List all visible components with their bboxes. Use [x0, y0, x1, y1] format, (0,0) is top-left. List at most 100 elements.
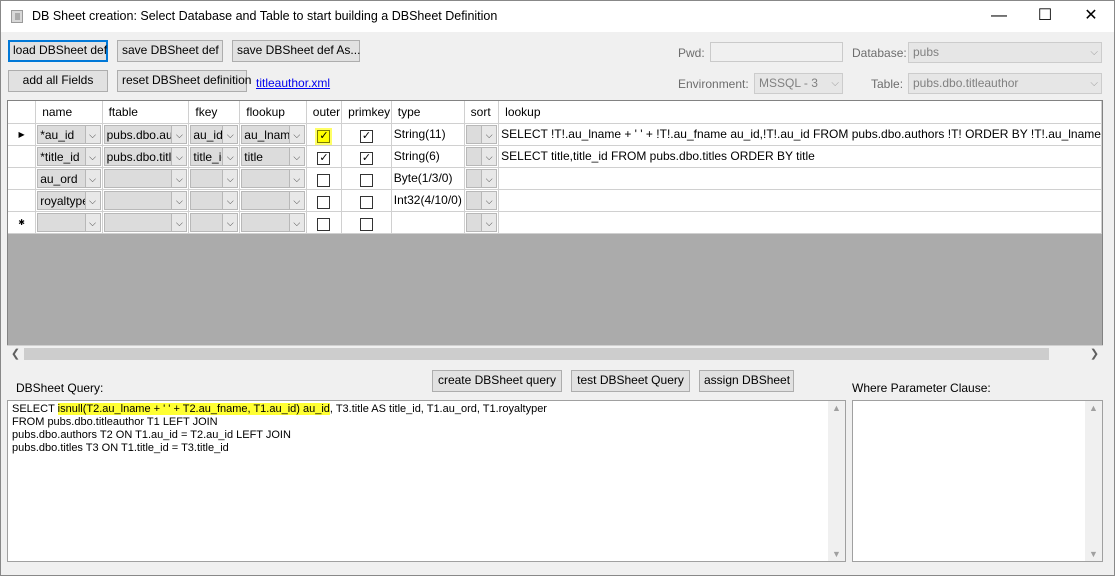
query-vertical-scrollbar[interactable]: ▲ ▼	[828, 401, 845, 561]
ftable-cell[interactable]: pubs.dbo.titles ⌵	[102, 145, 190, 168]
new-table-row[interactable]: ✱ ⌵ ⌵ ⌵ ⌵ ⌵	[8, 211, 1102, 234]
name-cell[interactable]: *title_id ⌵	[35, 145, 103, 168]
assign-dbsheet-button[interactable]: assign DBSheet	[699, 370, 794, 392]
chevron-down-icon[interactable]: ⌵	[84, 213, 100, 231]
table-row[interactable]: *title_id ⌵ pubs.dbo.titles ⌵ title_id ⌵ ti…	[8, 145, 1102, 168]
flookup-cell[interactable]: ⌵	[239, 167, 307, 190]
maximize-button[interactable]: ☐	[1022, 1, 1068, 32]
scroll-down-icon[interactable]: ▼	[828, 549, 845, 559]
primkey-checkbox[interactable]: ✓	[359, 151, 373, 165]
flookup-cell[interactable]: title ⌵	[239, 145, 307, 168]
chevron-down-icon[interactable]: ⌵	[288, 213, 304, 231]
environment-select[interactable]: MSSQL - 3 ⌵	[754, 73, 843, 94]
chevron-down-icon[interactable]: ⌵	[222, 125, 238, 143]
type-cell[interactable]: Int32(4/10/0)	[391, 189, 465, 212]
sort-cell[interactable]: ⌵	[464, 189, 500, 212]
sort-cell[interactable]: ⌵	[464, 145, 500, 168]
load-dbsheet-def-button[interactable]: load DBSheet def	[8, 40, 108, 62]
new-row-icon[interactable]: ✱	[8, 211, 37, 234]
name-cell[interactable]: royaltyper ⌵	[35, 189, 103, 212]
where-parameter-textarea[interactable]: ▲ ▼	[852, 400, 1103, 562]
table-row[interactable]: au_ord ⌵ ⌵ ⌵ ⌵ Byte(1/3/0) ⌵	[8, 167, 1102, 190]
row-indicator-icon[interactable]	[8, 167, 37, 190]
column-header-outer[interactable]: outer	[306, 101, 343, 124]
scroll-down-icon[interactable]: ▼	[1085, 549, 1102, 559]
definition-file-link[interactable]: titleauthor.xml	[256, 76, 330, 90]
scroll-thumb[interactable]	[24, 348, 1049, 360]
row-indicator-icon[interactable]	[8, 145, 37, 168]
outer-checkbox[interactable]	[317, 195, 331, 209]
primkey-checkbox[interactable]	[359, 217, 373, 231]
chevron-down-icon[interactable]: ⌵	[288, 191, 304, 209]
table-select[interactable]: pubs.dbo.titleauthor ⌵	[908, 73, 1102, 94]
chevron-down-icon[interactable]: ⌵	[288, 147, 304, 165]
chevron-down-icon[interactable]: ⌵	[222, 169, 238, 187]
grid-horizontal-scrollbar[interactable]: ❮ ❯	[7, 345, 1103, 362]
primkey-checkbox[interactable]: ✓	[359, 129, 373, 143]
fkey-cell[interactable]: ⌵	[188, 189, 241, 212]
chevron-down-icon[interactable]: ⌵	[84, 147, 100, 165]
outer-checkbox[interactable]	[317, 217, 331, 231]
lookup-cell[interactable]	[498, 167, 1102, 190]
outer-checkbox[interactable]: ✓	[317, 129, 331, 143]
chevron-down-icon[interactable]: ⌵	[481, 125, 497, 143]
column-header-type[interactable]: type	[391, 101, 465, 124]
lookup-cell[interactable]: SELECT title,title_id FROM pubs.dbo.titl…	[498, 145, 1102, 168]
column-header-lookup[interactable]: lookup	[498, 101, 1102, 124]
chevron-down-icon[interactable]: ⌵	[481, 147, 497, 165]
scroll-right-icon[interactable]: ❯	[1086, 346, 1103, 362]
chevron-down-icon[interactable]: ⌵	[222, 147, 238, 165]
table-row[interactable]: royaltyper ⌵ ⌵ ⌵ ⌵ Int32(4/10/0) ⌵	[8, 189, 1102, 212]
sort-cell[interactable]: ⌵	[464, 211, 500, 234]
name-cell[interactable]: *au_id ⌵	[35, 123, 103, 146]
type-cell[interactable]: String(6)	[391, 145, 465, 168]
dbsheet-query-textarea[interactable]: SELECT isnull(T2.au_lname + ' ' + T2.au_…	[7, 400, 846, 562]
chevron-down-icon[interactable]: ⌵	[481, 169, 497, 187]
column-header-ftable[interactable]: ftable	[102, 101, 190, 124]
column-header-sort[interactable]: sort	[464, 101, 500, 124]
scroll-up-icon[interactable]: ▲	[828, 403, 845, 413]
reset-dbsheet-definition-button[interactable]: reset DBSheet definition	[117, 70, 251, 92]
chevron-down-icon[interactable]: ⌵	[481, 213, 497, 231]
primkey-checkbox[interactable]	[359, 173, 373, 187]
database-select[interactable]: pubs ⌵	[908, 42, 1102, 63]
test-dbsheet-query-button[interactable]: test DBSheet Query	[571, 370, 690, 392]
scroll-left-icon[interactable]: ❮	[7, 346, 24, 362]
chevron-down-icon[interactable]: ⌵	[481, 191, 497, 209]
ftable-cell[interactable]: ⌵	[102, 211, 190, 234]
save-dbsheet-def-as-button[interactable]: save DBSheet def As...	[232, 40, 360, 62]
chevron-down-icon[interactable]: ⌵	[84, 125, 100, 143]
pwd-field[interactable]	[710, 42, 843, 62]
row-indicator-icon[interactable]	[8, 189, 37, 212]
type-cell[interactable]	[391, 211, 465, 234]
scroll-up-icon[interactable]: ▲	[1085, 403, 1102, 413]
chevron-down-icon[interactable]: ⌵	[171, 169, 187, 187]
ftable-cell[interactable]: pubs.dbo.authors⌵	[102, 123, 190, 146]
row-indicator-icon[interactable]: ▶	[8, 123, 37, 146]
add-all-fields-button[interactable]: add all Fields	[8, 70, 108, 92]
primkey-checkbox[interactable]	[359, 195, 373, 209]
chevron-down-icon[interactable]: ⌵	[84, 169, 100, 187]
outer-checkbox[interactable]: ✓	[317, 151, 331, 165]
fkey-cell[interactable]: ⌵	[188, 211, 241, 234]
flookup-cell[interactable]: au_lname ⌵	[239, 123, 307, 146]
column-header-fkey[interactable]: fkey	[188, 101, 241, 124]
lookup-cell[interactable]: SELECT !T!.au_lname + ' ' + !T!.au_fname…	[498, 123, 1102, 146]
ftable-cell[interactable]: ⌵	[102, 189, 190, 212]
chevron-down-icon[interactable]: ⌵	[171, 147, 187, 165]
close-button[interactable]: ✕	[1068, 1, 1114, 32]
flookup-cell[interactable]: ⌵	[239, 189, 307, 212]
lookup-cell[interactable]	[498, 189, 1102, 212]
fkey-cell[interactable]: au_id ⌵	[188, 123, 241, 146]
chevron-down-icon[interactable]: ⌵	[84, 191, 100, 209]
column-header-flookup[interactable]: flookup	[239, 101, 307, 124]
chevron-down-icon[interactable]: ⌵	[171, 213, 187, 231]
chevron-down-icon[interactable]: ⌵	[171, 125, 187, 143]
chevron-down-icon[interactable]: ⌵	[288, 169, 304, 187]
outer-checkbox[interactable]	[317, 173, 331, 187]
column-header-name[interactable]: name	[35, 101, 103, 124]
sort-cell[interactable]: ⌵	[464, 123, 500, 146]
chevron-down-icon[interactable]: ⌵	[222, 213, 238, 231]
lookup-cell[interactable]	[498, 211, 1102, 234]
fkey-cell[interactable]: title_id ⌵	[188, 145, 241, 168]
